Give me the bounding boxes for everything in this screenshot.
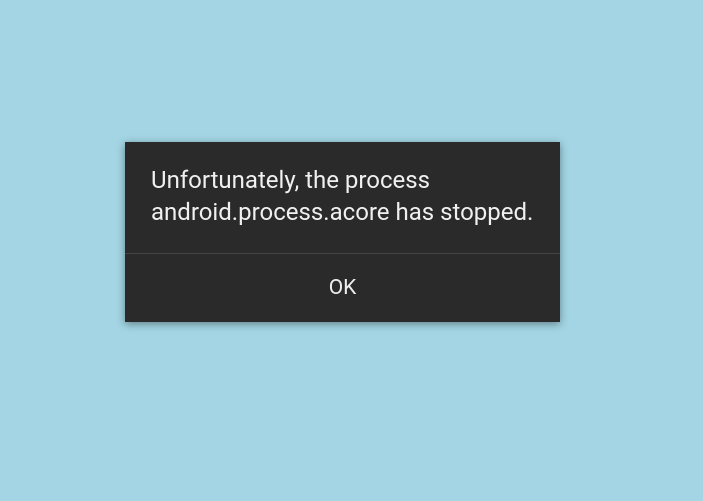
dialog-message: Unfortunately, the process android.proce… [125, 142, 560, 254]
ok-button[interactable]: OK [125, 254, 560, 322]
dialog-actions: OK [125, 254, 560, 322]
error-dialog: Unfortunately, the process android.proce… [125, 142, 560, 322]
